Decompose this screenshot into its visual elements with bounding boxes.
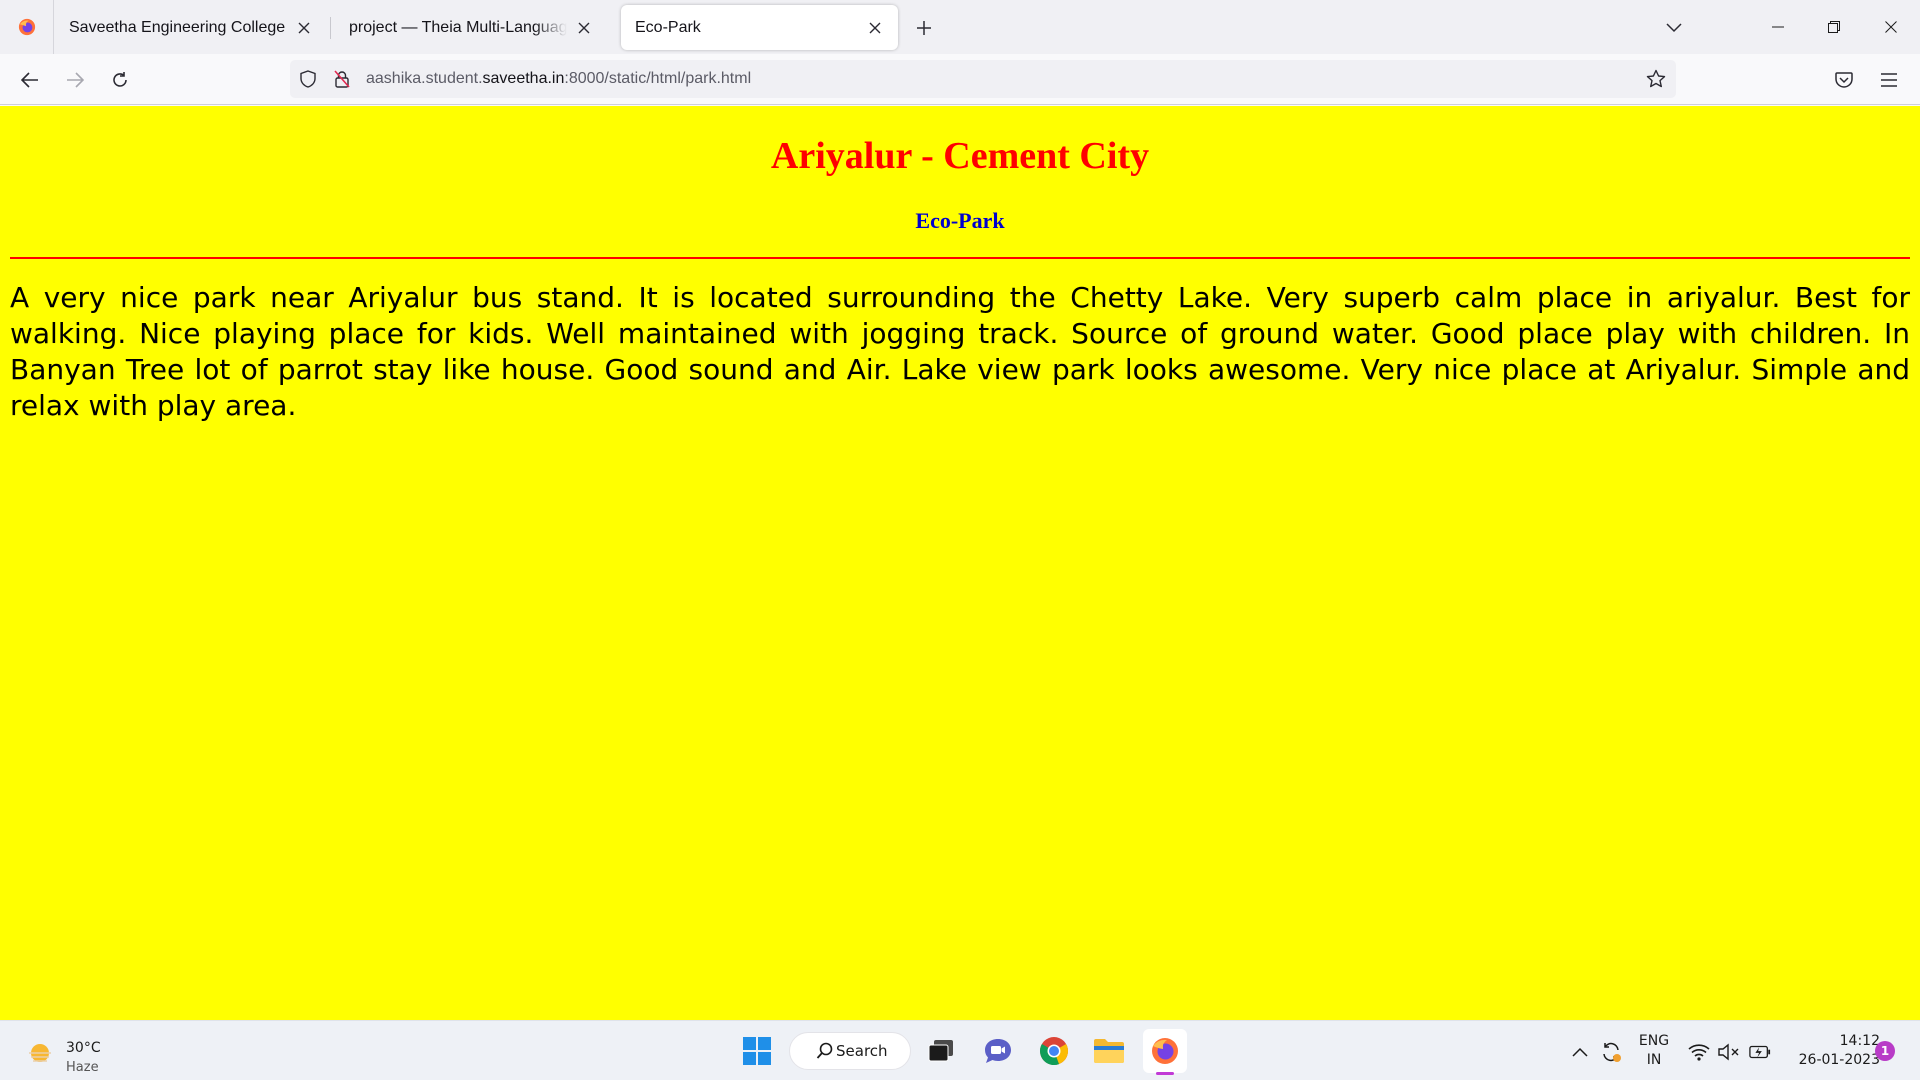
system-clock[interactable]: 14:12 26-01-2023 xyxy=(1780,1032,1880,1070)
park-description: A very nice park near Ariyalur bus stand… xyxy=(10,281,1910,422)
tab-strip: Saveetha Engineering College project — T… xyxy=(0,0,1920,54)
language-indicator[interactable]: ENG IN xyxy=(1636,1032,1672,1070)
firefox-menu-icon[interactable] xyxy=(0,0,54,54)
close-icon[interactable] xyxy=(295,19,313,37)
page-subheading: Eco-Park xyxy=(915,208,1005,233)
navigation-toolbar: aashika.student.saveetha.in:8000/static/… xyxy=(0,54,1920,105)
tab-separator xyxy=(330,17,331,39)
back-button[interactable] xyxy=(12,62,48,98)
wifi-icon[interactable] xyxy=(1688,1041,1710,1063)
close-icon[interactable] xyxy=(575,19,593,37)
teams-chat-icon[interactable] xyxy=(976,1029,1020,1073)
taskbar-search-button[interactable]: Search xyxy=(789,1032,911,1070)
clock-time: 14:12 xyxy=(1839,1033,1880,1049)
chevron-down-icon[interactable] xyxy=(1656,10,1692,46)
insecure-lock-icon[interactable] xyxy=(332,69,352,89)
search-icon xyxy=(816,1042,833,1059)
tab-saveetha[interactable]: Saveetha Engineering College xyxy=(55,5,327,50)
tab-title: Saveetha Engineering College xyxy=(69,18,286,36)
chrome-icon[interactable] xyxy=(1032,1029,1076,1073)
tab-title: project — Theia Multi-Language Explorer xyxy=(349,18,567,36)
url-host: saveetha.in xyxy=(482,70,565,87)
windows-taskbar: 30°C Haze Search ENG IN 14:12 26-01-2023… xyxy=(0,1020,1920,1080)
sync-icon[interactable] xyxy=(1600,1041,1622,1063)
search-label: Search xyxy=(836,1042,888,1060)
bookmark-star-icon[interactable] xyxy=(1646,69,1666,89)
task-view-icon[interactable] xyxy=(919,1029,963,1073)
battery-charging-icon[interactable] xyxy=(1749,1041,1771,1063)
restore-button[interactable] xyxy=(1806,0,1862,54)
volume-muted-icon[interactable] xyxy=(1718,1041,1740,1063)
pocket-icon[interactable] xyxy=(1826,62,1862,98)
page-heading: Ariyalur - Cement City xyxy=(770,135,1150,177)
url-prefix: aashika.student. xyxy=(366,70,483,87)
active-app-indicator xyxy=(1156,1072,1174,1075)
clock-date: 26-01-2023 xyxy=(1798,1052,1880,1068)
windows-start-icon[interactable] xyxy=(735,1029,779,1073)
firefox-taskbar-icon[interactable] xyxy=(1143,1029,1187,1075)
shield-icon[interactable] xyxy=(298,69,318,89)
forward-button[interactable] xyxy=(57,62,93,98)
haze-icon xyxy=(29,1044,51,1062)
language-code: ENG xyxy=(1638,1033,1670,1049)
reload-button[interactable] xyxy=(102,62,138,98)
web-page-content: Ariyalur - Cement City Eco-Park A very n… xyxy=(0,106,1920,1020)
tab-title: Eco-Park xyxy=(635,18,701,36)
chevron-up-icon[interactable] xyxy=(1569,1041,1591,1063)
horizontal-rule xyxy=(10,257,1910,259)
address-bar[interactable]: aashika.student.saveetha.in:8000/static/… xyxy=(290,60,1676,98)
new-tab-button[interactable] xyxy=(905,12,943,44)
weather-widget[interactable]: 30°C Haze xyxy=(22,1029,132,1075)
weather-condition: Haze xyxy=(66,1060,99,1075)
close-window-button[interactable] xyxy=(1863,0,1919,54)
url-path: :8000/static/html/park.html xyxy=(564,70,752,87)
weather-temperature: 30°C xyxy=(66,1040,101,1056)
region-code: IN xyxy=(1646,1052,1662,1068)
hamburger-menu-icon[interactable] xyxy=(1871,62,1907,98)
minimize-button[interactable] xyxy=(1750,0,1806,54)
tab-theia-project[interactable]: project — Theia Multi-Language Explorer xyxy=(335,5,607,50)
tab-eco-park[interactable]: Eco-Park xyxy=(621,5,898,50)
close-icon[interactable] xyxy=(866,19,884,37)
notification-badge[interactable]: 1 xyxy=(1875,1041,1895,1061)
file-explorer-icon[interactable] xyxy=(1087,1029,1131,1073)
url-text[interactable]: aashika.student.saveetha.in:8000/static/… xyxy=(366,70,751,88)
